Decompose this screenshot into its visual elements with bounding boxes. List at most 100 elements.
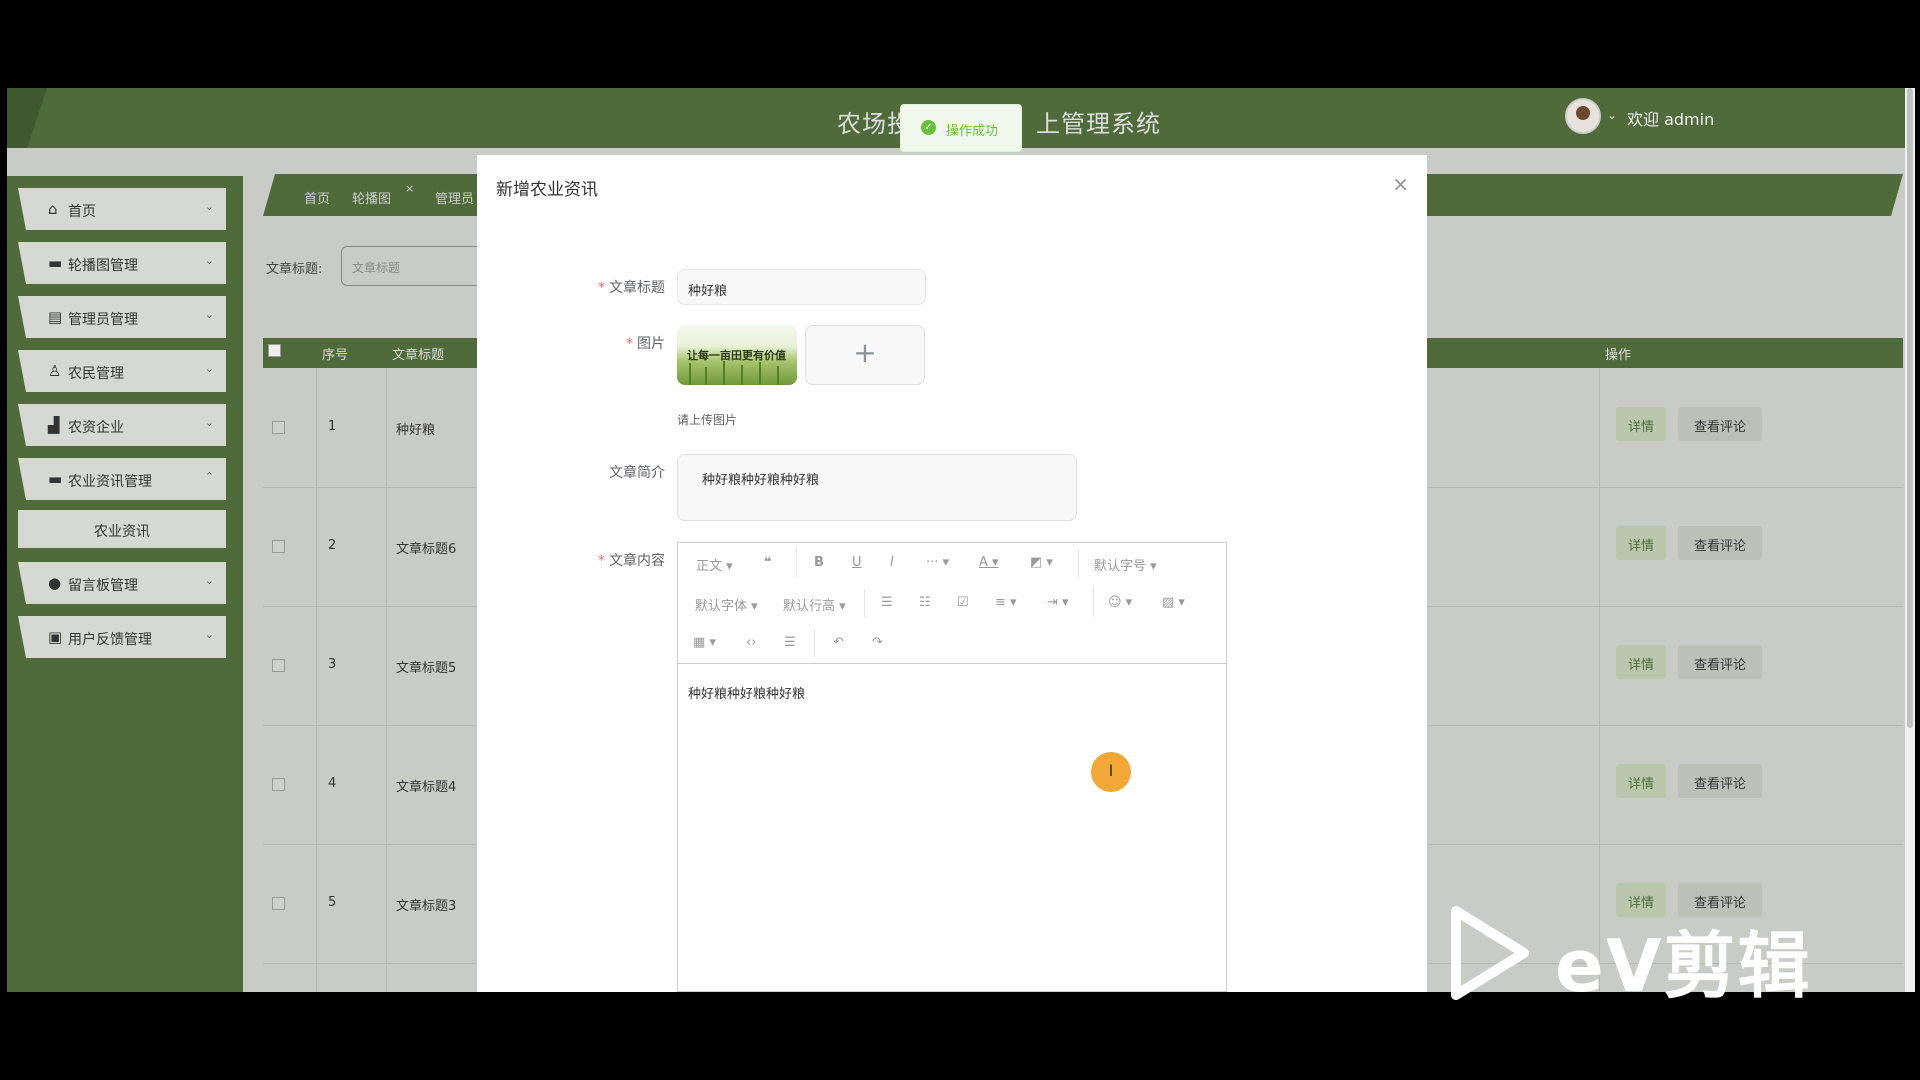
row-checkbox[interactable]	[272, 421, 285, 434]
line-height-select[interactable]: 默认行高 ▾	[783, 595, 846, 614]
breadcrumb-carousel[interactable]: 轮播图	[352, 188, 391, 207]
row-title: 种好粮	[396, 423, 436, 438]
success-toast: ✓ 操作成功	[900, 104, 1022, 152]
intro-label-text: 文章简介	[609, 465, 665, 481]
sidebar: ⌂ 首页 ⌄ ▬ 轮播图管理 ⌄ ▤ 管理员管理 ⌄ ♙ 农民管理 ⌄ ▟ 农资企业 ⌄ ▬ 农业资讯…	[7, 176, 243, 992]
detail-button[interactable]: 详情	[1616, 526, 1666, 560]
toolbar-separator	[1093, 589, 1094, 617]
upload-button[interactable]: +	[805, 325, 925, 385]
view-comments-button[interactable]: 查看评论	[1678, 645, 1762, 679]
chevron-down-icon: ⌄	[204, 308, 214, 321]
image-icon: ▬	[48, 254, 63, 272]
sidebar-item-news[interactable]: ▬ 农业资讯管理 ⌃	[18, 458, 226, 500]
row-index: 5	[328, 895, 337, 910]
editor-content[interactable]: 种好粮种好粮种好粮	[688, 683, 805, 702]
feedback-icon: ▣	[48, 628, 63, 646]
play-logo-icon	[1451, 906, 1529, 1000]
detail-button[interactable]: 详情	[1616, 407, 1666, 441]
intro-textarea[interactable]: 种好粮种好粮种好粮	[677, 454, 1077, 521]
grass-blade	[723, 361, 725, 385]
sidebar-item-messages[interactable]: ● 留言板管理 ⌄	[18, 562, 226, 604]
redo-icon[interactable]: ↷	[872, 635, 883, 650]
background-color-icon[interactable]: ◩ ▾	[1030, 555, 1053, 570]
quote-icon[interactable]: ❝	[764, 555, 772, 570]
sidebar-item-carousel[interactable]: ▬ 轮播图管理 ⌄	[18, 242, 226, 284]
sidebar-item-enterprise[interactable]: ▟ 农资企业 ⌄	[18, 404, 226, 446]
dialog-title: 新增农业资讯	[496, 180, 598, 200]
align-icon[interactable]: ≡ ▾	[995, 595, 1017, 610]
grass-blade	[705, 367, 707, 385]
breadcrumb-admin[interactable]: 管理员	[435, 188, 474, 207]
title-input[interactable]: 种好粮	[677, 269, 926, 305]
numbered-list-icon[interactable]: ☷	[919, 595, 931, 610]
undo-icon[interactable]: ↶	[833, 635, 844, 650]
chevron-down-icon: ⌄	[204, 628, 214, 641]
view-comments-button[interactable]: 查看评论	[1678, 764, 1762, 798]
sidebar-item-label: 农资企业	[68, 420, 124, 436]
sidebar-item-label: 管理员管理	[68, 312, 138, 328]
uploaded-image-thumbnail[interactable]: 让每一亩田更有价值	[677, 325, 797, 385]
toolbar-separator	[796, 549, 797, 577]
sidebar-item-admin[interactable]: ▤ 管理员管理 ⌄	[18, 296, 226, 338]
grass-blade	[777, 366, 779, 385]
breadcrumb-home[interactable]: 首页	[304, 188, 330, 207]
view-comments-button[interactable]: 查看评论	[1678, 407, 1762, 441]
close-icon[interactable]: ×	[1392, 172, 1409, 196]
view-comments-button[interactable]: 查看评论	[1678, 526, 1762, 560]
home-icon: ⌂	[48, 200, 58, 218]
grass-blade	[759, 362, 761, 385]
toast-message: 操作成功	[946, 124, 999, 139]
image-label-text: 图片	[637, 336, 665, 352]
italic-icon[interactable]: I	[890, 555, 894, 570]
chevron-down-icon[interactable]: ⌄	[1607, 108, 1617, 122]
avatar[interactable]	[1565, 98, 1601, 134]
font-color-icon[interactable]: A ▾	[979, 555, 999, 570]
detail-button[interactable]: 详情	[1616, 764, 1666, 798]
header-title[interactable]: 文章标题	[392, 344, 444, 363]
row-checkbox[interactable]	[272, 778, 285, 791]
page-scrollbar[interactable]	[1905, 88, 1915, 992]
sidebar-item-feedback[interactable]: ▣ 用户反馈管理 ⌄	[18, 616, 226, 658]
content-label: * 文章内容	[525, 550, 665, 570]
more-format-icon[interactable]: ··· ▾	[926, 555, 949, 570]
sidebar-item-home[interactable]: ⌂ 首页 ⌄	[18, 188, 226, 230]
emoji-icon[interactable]: ☺ ▾	[1108, 595, 1132, 610]
select-all-checkbox[interactable]	[268, 344, 281, 357]
video-watermark: eV剪辑	[1450, 905, 1830, 1008]
image-insert-icon[interactable]: ▨ ▾	[1162, 595, 1185, 610]
bold-icon[interactable]: B	[814, 555, 824, 570]
content-label-text: 文章内容	[609, 553, 665, 569]
required-mark: *	[598, 280, 605, 296]
row-checkbox[interactable]	[272, 540, 285, 553]
todo-list-icon[interactable]: ☑	[957, 595, 969, 610]
watermark-text: eV剪辑	[1555, 924, 1812, 1008]
success-icon: ✓	[921, 120, 936, 135]
row-checkbox[interactable]	[272, 897, 285, 910]
header-index[interactable]: 序号	[322, 344, 348, 363]
heading-select[interactable]: 正文 ▾	[696, 555, 733, 574]
code-icon[interactable]: ‹›	[746, 635, 756, 650]
toolbar-separator	[814, 629, 815, 657]
underline-icon[interactable]: U	[852, 555, 862, 570]
row-index: 2	[328, 538, 337, 553]
font-size-select[interactable]: 默认字号 ▾	[1094, 555, 1157, 574]
detail-button[interactable]: 详情	[1616, 645, 1666, 679]
sidebar-subitem-news[interactable]: 农业资讯	[18, 510, 226, 548]
font-family-label: 默认字体	[695, 599, 748, 614]
font-size-label: 默认字号	[1094, 559, 1147, 574]
divider-insert-icon[interactable]: ☰	[784, 635, 796, 650]
sidebar-item-label: 农业资讯管理	[68, 474, 152, 490]
font-family-select[interactable]: 默认字体 ▾	[695, 595, 758, 614]
scrollbar-thumb[interactable]	[1907, 88, 1913, 728]
sidebar-item-farmers[interactable]: ♙ 农民管理 ⌄	[18, 350, 226, 392]
message-icon: ●	[48, 574, 62, 592]
bulleted-list-icon[interactable]: ☰	[881, 595, 893, 610]
line-height-label: 默认行高	[783, 599, 836, 614]
close-icon[interactable]: ×	[405, 182, 414, 195]
chevron-down-icon: ⌄	[204, 362, 214, 375]
indent-icon[interactable]: ⇥ ▾	[1047, 595, 1069, 610]
row-checkbox[interactable]	[272, 659, 285, 672]
upload-tip: 请上传图片	[677, 413, 738, 427]
table-insert-icon[interactable]: ▦ ▾	[693, 635, 716, 650]
heading-select-label: 正文	[696, 559, 723, 574]
